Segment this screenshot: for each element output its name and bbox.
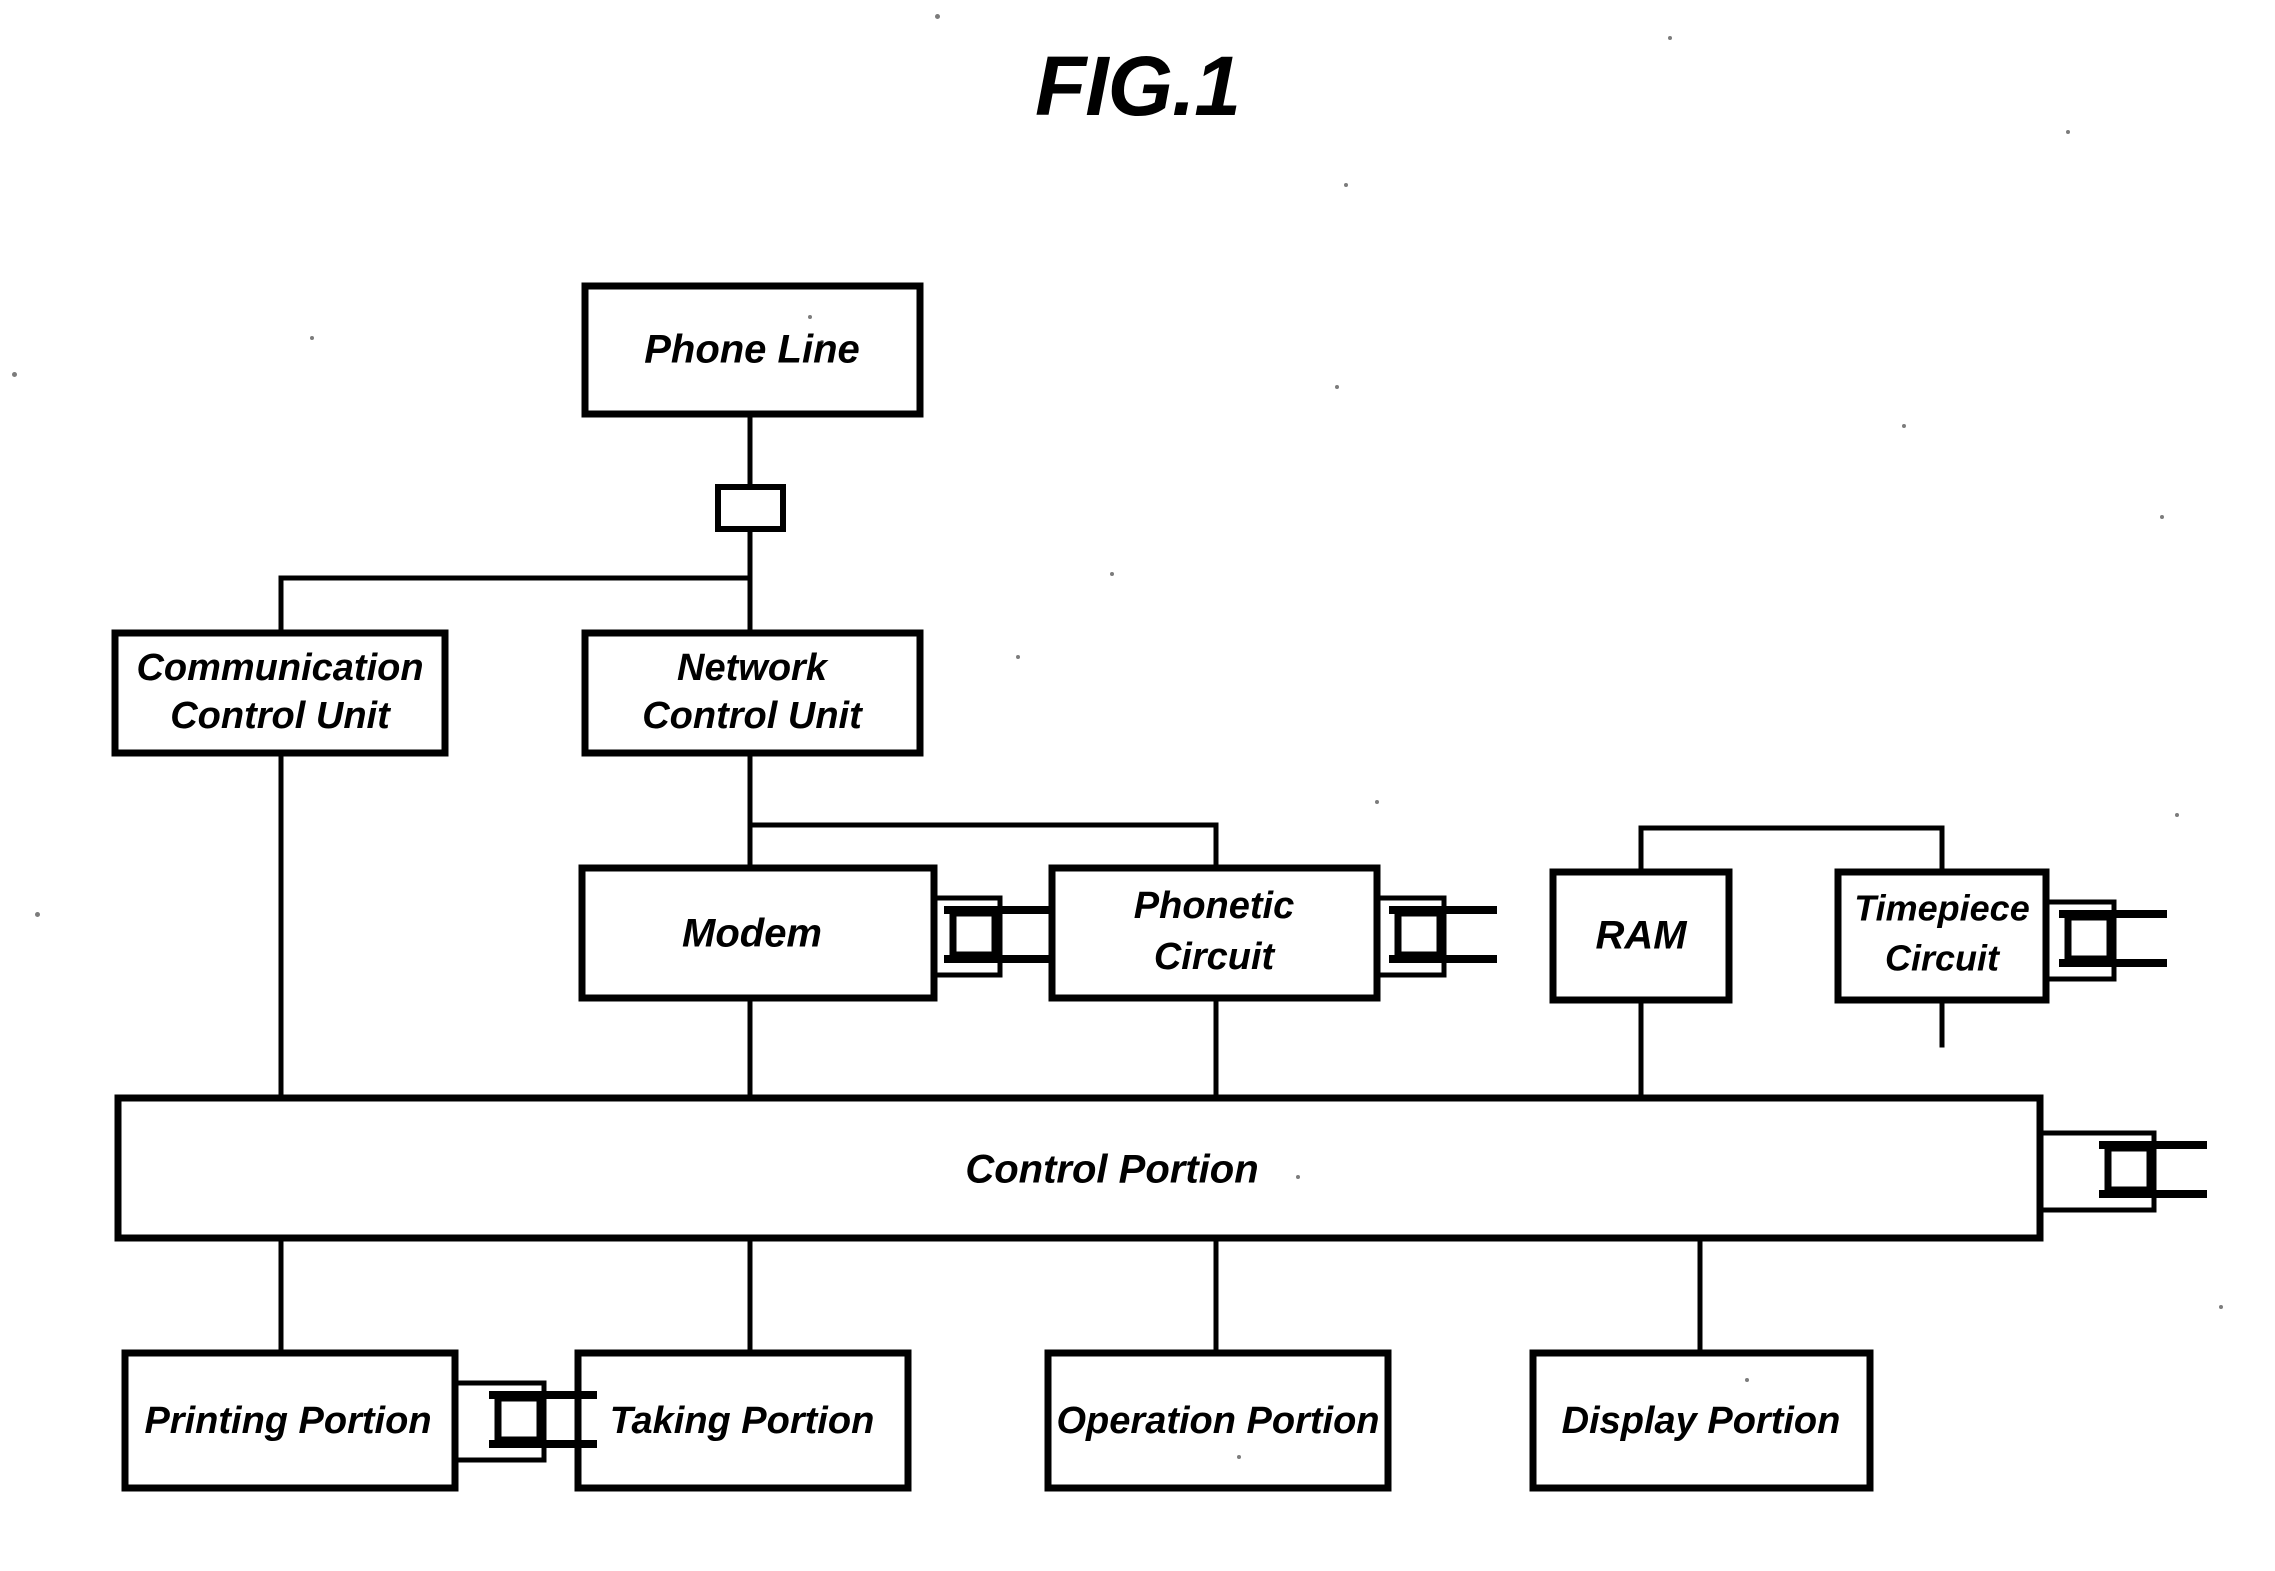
block-operation-portion-label: Operation Portion — [1057, 1400, 1380, 1442]
block-taking-portion-label: Taking Portion — [610, 1400, 875, 1442]
block-phonetic-circuit-label-line1: Phonetic — [1134, 885, 1294, 927]
phone-line-inline-connector[interactable] — [715, 484, 786, 532]
block-phonetic-circuit[interactable]: Phonetic Circuit — [1048, 864, 1381, 1002]
scan-speck — [1344, 183, 1348, 187]
scan-speck — [1335, 385, 1339, 389]
scan-speck — [1745, 1378, 1749, 1382]
scan-speck — [1668, 36, 1672, 40]
scan-speck — [1237, 1455, 1241, 1459]
scan-speck — [2175, 813, 2179, 817]
scan-speck — [1296, 1175, 1300, 1179]
block-printing-portion[interactable]: Printing Portion — [121, 1349, 459, 1492]
scan-speck — [1902, 424, 1906, 428]
block-operation-portion[interactable]: Operation Portion — [1044, 1349, 1392, 1492]
scan-speck — [935, 14, 940, 19]
block-network-control-unit[interactable]: Network Control Unit — [581, 629, 924, 757]
block-layer: Phone Line Communication Control Unit Ne… — [111, 282, 2050, 1492]
scan-speck — [35, 912, 40, 917]
scan-speck — [1375, 800, 1379, 804]
block-communication-control-unit[interactable]: Communication Control Unit — [111, 629, 449, 757]
modem-terminal-connector[interactable] — [944, 906, 1052, 963]
block-phone-line-label: Phone Line — [644, 328, 860, 372]
scan-speck — [2160, 515, 2164, 519]
block-phonetic-circuit-label-line2: Circuit — [1154, 936, 1276, 978]
scan-speck — [2219, 1305, 2223, 1309]
scan-speck — [1110, 572, 1114, 576]
scan-speck — [820, 340, 824, 344]
block-timepiece-circuit-label-line2: Circuit — [1885, 938, 2001, 979]
scan-speck — [1016, 655, 1020, 659]
figure-root: FIG.1 Phone Line Communication Control U… — [0, 0, 2275, 1571]
block-taking-portion[interactable]: Taking Portion — [574, 1349, 912, 1492]
wire-connector-to-communication-control-unit — [278, 575, 753, 636]
block-control-portion-label: Control Portion — [965, 1148, 1258, 1192]
block-display-portion-label: Display Portion — [1562, 1400, 1841, 1442]
block-communication-control-unit-label-line2: Control Unit — [170, 695, 391, 737]
block-modem-label: Modem — [682, 912, 822, 956]
scan-speck — [310, 336, 314, 340]
block-display-portion[interactable]: Display Portion — [1529, 1349, 1874, 1492]
scan-speck — [12, 372, 17, 377]
block-ram[interactable]: RAM — [1549, 868, 1733, 1004]
phonetic-circuit-terminal-connector[interactable] — [1389, 906, 1497, 963]
scan-speck — [808, 315, 812, 319]
block-timepiece-circuit-label-line1: Timepiece — [1854, 888, 2029, 929]
block-ram-label: RAM — [1595, 914, 1688, 958]
block-printing-portion-label: Printing Portion — [144, 1400, 431, 1442]
block-network-control-unit-label-line2: Control Unit — [642, 695, 863, 737]
timepiece-circuit-terminal-connector[interactable] — [2059, 910, 2167, 967]
block-control-portion[interactable]: Control Portion — [114, 1094, 2044, 1242]
scan-speck — [2066, 130, 2070, 134]
block-diagram-canvas: Phone Line Communication Control Unit Ne… — [111, 282, 2207, 1492]
wire-network-control-unit-to-phonetic-circuit — [747, 822, 1219, 871]
block-modem[interactable]: Modem — [578, 864, 938, 1002]
block-communication-control-unit-label-line1: Communication — [136, 647, 423, 689]
control-portion-terminal-connector[interactable] — [2099, 1141, 2207, 1198]
block-timepiece-circuit[interactable]: Timepiece Circuit — [1834, 868, 2050, 1004]
block-network-control-unit-label-line1: Network — [677, 647, 829, 689]
wire-ram-timepiece-bridge — [1638, 825, 1945, 875]
block-phone-line[interactable]: Phone Line — [581, 282, 924, 418]
